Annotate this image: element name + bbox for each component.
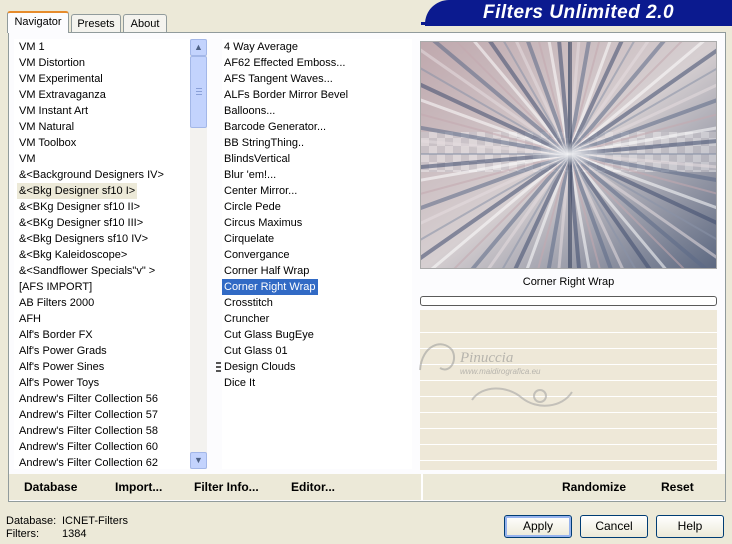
category-item[interactable]: &<Bkg Designers sf10 IV>	[17, 231, 150, 247]
filter-item[interactable]: ALFs Border Mirror Bevel	[222, 87, 350, 103]
filter-item[interactable]: Barcode Generator...	[222, 119, 328, 135]
filter-item[interactable]: Design Clouds	[222, 359, 298, 375]
category-item[interactable]: VM Distortion	[17, 55, 87, 71]
category-scrollbar[interactable]: ▲ ▼	[190, 39, 207, 469]
reset-button[interactable]: Reset	[661, 480, 694, 494]
watermark-url: www.maidirografica.eu	[460, 367, 541, 376]
cancel-button[interactable]: Cancel	[580, 515, 648, 538]
toolbar-divider	[421, 474, 423, 500]
category-item[interactable]: VM Natural	[17, 119, 76, 135]
editor-button[interactable]: Editor...	[291, 480, 335, 494]
filter-item[interactable]: Cirquelate	[222, 231, 276, 247]
title-banner: Filters Unlimited 2.0	[421, 0, 732, 26]
category-item[interactable]: VM Extravaganza	[17, 87, 108, 103]
category-item[interactable]: VM Experimental	[17, 71, 105, 87]
filter-item[interactable]: Balloons...	[222, 103, 277, 119]
marker-icon	[216, 362, 221, 372]
category-item[interactable]: Alf's Border FX	[17, 327, 95, 343]
database-button[interactable]: Database	[24, 480, 77, 494]
category-item[interactable]: Alf's Power Sines	[17, 359, 106, 375]
category-item[interactable]: Alf's Power Toys	[17, 375, 101, 391]
progress-bar	[420, 296, 717, 306]
category-item[interactable]: AFH	[17, 311, 43, 327]
category-item[interactable]: AB Filters 2000	[17, 295, 96, 311]
category-item[interactable]: VM Instant Art	[17, 103, 90, 119]
tab-presets[interactable]: Presets	[71, 14, 121, 32]
category-item[interactable]: VM 1	[17, 39, 47, 55]
category-list[interactable]: VM 1 VM Distortion VM Experimental VM Extra…	[14, 39, 190, 469]
filter-item[interactable]: BlindsVertical	[222, 151, 292, 167]
category-item[interactable]: &<Sandflower Specials"v" >	[17, 263, 157, 279]
filters-label: Filters:	[6, 528, 39, 540]
help-button[interactable]: Help	[656, 515, 724, 538]
category-item[interactable]: [AFS IMPORT]	[17, 279, 94, 295]
tab-about[interactable]: About	[123, 14, 167, 32]
filter-item[interactable]: Center Mirror...	[222, 183, 299, 199]
category-item[interactable]: VM	[17, 151, 38, 167]
filter-item[interactable]: BB StringThing..	[222, 135, 306, 151]
filter-item[interactable]: Circle Pede	[222, 199, 283, 215]
app-title: Filters Unlimited 2.0	[482, 2, 675, 23]
filter-item[interactable]: Cruncher	[222, 311, 271, 327]
database-label: Database:	[6, 515, 57, 527]
randomize-button[interactable]: Randomize	[562, 480, 626, 494]
category-item[interactable]: Alf's Power Grads	[17, 343, 109, 359]
category-item[interactable]: &<BKg Designer sf10 III>	[17, 215, 145, 231]
category-item[interactable]: &<Bkg Designer sf10 I>	[17, 183, 138, 199]
filter-item[interactable]: 4 Way Average	[222, 39, 300, 55]
filter-item[interactable]: Convergance	[222, 247, 291, 263]
scroll-thumb[interactable]	[190, 56, 207, 128]
category-item[interactable]: VM Toolbox	[17, 135, 78, 151]
tab-navigator[interactable]: Navigator	[7, 11, 69, 33]
database-value: ICNET-Filters	[62, 515, 128, 527]
filter-item[interactable]: Crosstitch	[222, 295, 275, 311]
category-item[interactable]: &<BKg Designer sf10 II>	[17, 199, 142, 215]
category-item[interactable]: Andrew's Filter Collection 58	[17, 423, 160, 439]
category-item[interactable]: &<Bkg Kaleidoscope>	[17, 247, 129, 263]
category-item[interactable]: &<Background Designers IV>	[17, 167, 166, 183]
filter-item[interactable]: Circus Maximus	[222, 215, 304, 231]
watermark: Pinuccia www.maidirografica.eu	[412, 330, 592, 420]
scroll-down-button[interactable]: ▼	[190, 452, 207, 469]
filter-item[interactable]: AFS Tangent Waves...	[222, 71, 335, 87]
filter-info-button[interactable]: Filter Info...	[194, 480, 259, 494]
filter-list[interactable]: 4 Way Average AF62 Effected Emboss... AFS …	[222, 39, 412, 469]
watermark-name: Pinuccia	[460, 350, 514, 366]
filter-item[interactable]: Blur 'em!...	[222, 167, 278, 183]
selected-filter-name: Corner Right Wrap	[522, 276, 615, 288]
bottom-toolbar: Database Import... Filter Info... Editor…	[9, 474, 725, 500]
filters-count: 1384	[62, 528, 87, 540]
filter-item[interactable]: Cut Glass BugEye	[222, 327, 316, 343]
filter-item[interactable]: Cut Glass 01	[222, 343, 290, 359]
scroll-up-button[interactable]: ▲	[190, 39, 207, 56]
filter-item[interactable]: Corner Half Wrap	[222, 263, 311, 279]
filter-item[interactable]: AF62 Effected Emboss...	[222, 55, 347, 71]
filter-item[interactable]: Dice It	[222, 375, 257, 391]
filter-item[interactable]: Corner Right Wrap	[222, 279, 318, 295]
category-item[interactable]: Andrew's Filter Collection 60	[17, 439, 160, 455]
import-button[interactable]: Import...	[115, 480, 162, 494]
category-item[interactable]: Andrew's Filter Collection 57	[17, 407, 160, 423]
apply-button[interactable]: Apply	[504, 515, 572, 538]
preview-image	[420, 41, 717, 269]
category-item[interactable]: Andrew's Filter Collection 62	[17, 455, 160, 469]
category-item[interactable]: Andrew's Filter Collection 56	[17, 391, 160, 407]
